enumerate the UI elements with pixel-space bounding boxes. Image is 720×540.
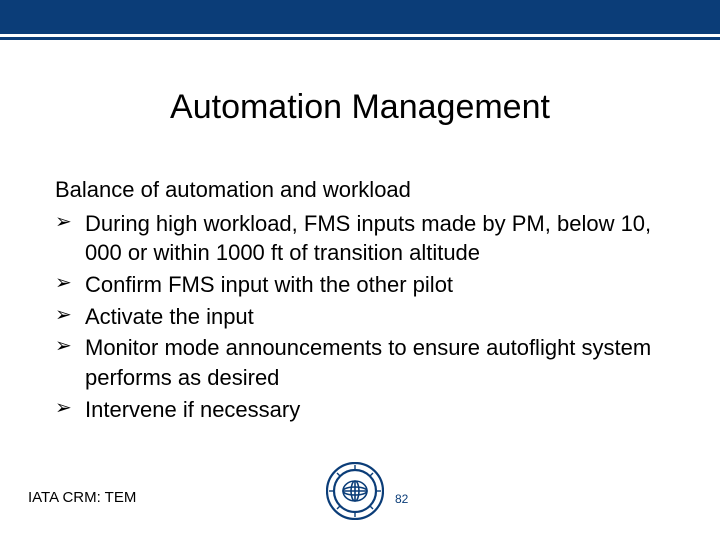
list-item: During high workload, FMS inputs made by… [55, 209, 665, 268]
header-band [0, 0, 720, 34]
list-item: Monitor mode announcements to ensure aut… [55, 333, 665, 392]
slide-footer: IATA CRM: TEM 82 [0, 460, 720, 520]
footer-course-label: IATA CRM: TEM [28, 489, 136, 506]
list-item: Intervene if necessary [55, 395, 665, 425]
page-number: 82 [395, 492, 408, 506]
header-divider [0, 37, 720, 40]
iata-seal-icon [326, 462, 384, 520]
lead-text: Balance of automation and workload [55, 175, 665, 205]
bullet-list: During high workload, FMS inputs made by… [55, 209, 665, 425]
list-item: Activate the input [55, 302, 665, 332]
slide-title: Automation Management [0, 88, 720, 127]
slide-body: Balance of automation and workload Durin… [55, 175, 665, 425]
list-item: Confirm FMS input with the other pilot [55, 270, 665, 300]
